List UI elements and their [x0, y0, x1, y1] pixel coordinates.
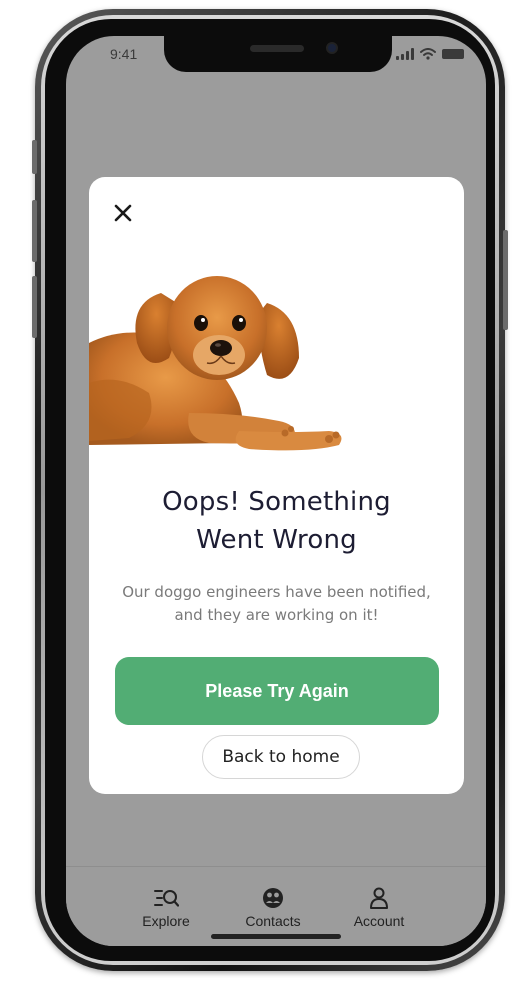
- wifi-icon: [420, 48, 436, 60]
- contacts-icon: [263, 888, 283, 908]
- close-button[interactable]: [109, 199, 137, 227]
- modal-title: Oops! Something Went Wrong: [89, 483, 464, 559]
- nav-label-contacts: Contacts: [245, 913, 301, 929]
- notch: [164, 36, 392, 72]
- message-line-1: Our doggo engineers have been notified,: [122, 583, 431, 601]
- nav-item-explore[interactable]: Explore: [116, 887, 216, 929]
- title-line-2: Went Wrong: [196, 525, 357, 555]
- dog-illustration: [89, 276, 342, 451]
- volume-up-button: [32, 200, 37, 262]
- nav-label-account: Account: [353, 913, 405, 929]
- status-icons: [396, 48, 464, 60]
- home-indicator: [211, 934, 341, 939]
- error-modal: Oops! Something Went Wrong Our doggo eng…: [89, 177, 464, 794]
- nav-item-contacts[interactable]: Contacts: [223, 887, 323, 929]
- battery-icon: [442, 49, 464, 59]
- nav-item-account[interactable]: Account: [329, 887, 429, 929]
- phone-screen: 9:41 Oops! Something Went Wrong Our dogg…: [66, 36, 486, 946]
- close-icon: [114, 204, 132, 222]
- speaker: [250, 45, 304, 52]
- retry-button[interactable]: Please Try Again: [115, 657, 439, 725]
- message-line-2: and they are working on it!: [174, 606, 379, 624]
- explore-icon: [154, 890, 179, 907]
- volume-down-button: [32, 276, 37, 338]
- front-camera: [326, 42, 338, 54]
- account-icon: [370, 887, 388, 909]
- silent-switch: [32, 140, 37, 174]
- status-time: 9:41: [110, 46, 138, 62]
- signal-icon: [396, 48, 414, 60]
- power-button: [503, 230, 508, 330]
- modal-message: Our doggo engineers have been notified, …: [109, 581, 444, 627]
- title-line-1: Oops! Something: [162, 487, 391, 517]
- back-to-home-button[interactable]: Back to home: [202, 735, 360, 779]
- nav-label-explore: Explore: [142, 913, 190, 929]
